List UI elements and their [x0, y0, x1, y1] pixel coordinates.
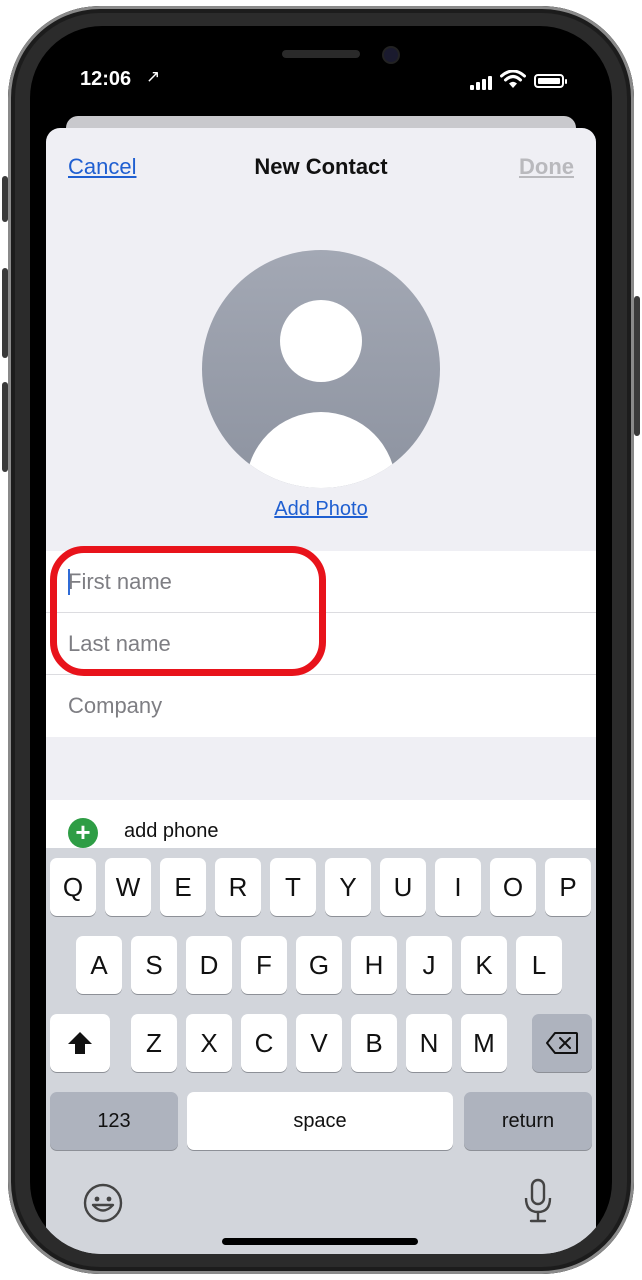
return-key[interactable]: return — [464, 1092, 592, 1150]
phone-frame: 12:06 ↗ Cancel New Contact Done Add Phot… — [2, 6, 640, 1274]
volume-up-button — [2, 268, 8, 358]
shift-key[interactable] — [50, 1014, 110, 1072]
key-m[interactable]: M — [461, 1014, 507, 1072]
keyboard: Q W E R T Y U I O P A S D F G H J K L Z … — [46, 848, 596, 1254]
space-key[interactable]: space — [187, 1092, 453, 1150]
key-c[interactable]: C — [241, 1014, 287, 1072]
battery-icon — [534, 74, 567, 88]
annotation-highlight-box — [50, 546, 326, 676]
add-phone-label: add phone — [124, 820, 219, 842]
microphone-icon[interactable] — [522, 1178, 554, 1224]
notch — [230, 26, 412, 66]
key-j[interactable]: J — [406, 936, 452, 994]
key-g[interactable]: G — [296, 936, 342, 994]
power-button — [634, 296, 640, 436]
shift-arrow-icon — [68, 1032, 92, 1054]
key-p[interactable]: P — [545, 858, 591, 916]
numbers-key[interactable]: 123 — [50, 1092, 178, 1150]
front-camera — [384, 48, 398, 62]
key-o[interactable]: O — [490, 858, 536, 916]
key-d[interactable]: D — [186, 936, 232, 994]
add-photo-link[interactable]: Add Photo — [46, 498, 596, 521]
key-q[interactable]: Q — [50, 858, 96, 916]
new-contact-sheet: Cancel New Contact Done Add Photo First … — [46, 128, 596, 1254]
wifi-icon — [500, 70, 526, 88]
key-b[interactable]: B — [351, 1014, 397, 1072]
avatar-body-shape — [246, 412, 396, 488]
mute-switch — [2, 176, 8, 222]
key-r[interactable]: R — [215, 858, 261, 916]
key-v[interactable]: V — [296, 1014, 342, 1072]
company-row — [46, 675, 596, 737]
key-n[interactable]: N — [406, 1014, 452, 1072]
key-w[interactable]: W — [105, 858, 151, 916]
home-indicator[interactable] — [222, 1238, 418, 1245]
page-title: New Contact — [254, 154, 388, 179]
screen: 12:06 ↗ Cancel New Contact Done Add Phot… — [30, 26, 612, 1254]
key-a[interactable]: A — [76, 936, 122, 994]
key-z[interactable]: Z — [131, 1014, 177, 1072]
cellular-signal-icon — [470, 74, 494, 90]
delete-key[interactable] — [532, 1014, 592, 1072]
volume-down-button — [2, 382, 8, 472]
company-field[interactable] — [68, 675, 568, 737]
navigation-bar: Cancel New Contact Done — [46, 128, 596, 208]
location-icon: ↗ — [146, 67, 161, 86]
key-k[interactable]: K — [461, 936, 507, 994]
speaker-grille — [282, 50, 360, 58]
done-button[interactable]: Done — [519, 154, 574, 180]
emoji-icon[interactable] — [82, 1182, 124, 1224]
key-l[interactable]: L — [516, 936, 562, 994]
key-t[interactable]: T — [270, 858, 316, 916]
key-e[interactable]: E — [160, 858, 206, 916]
backspace-icon — [546, 1032, 578, 1054]
key-i[interactable]: I — [435, 858, 481, 916]
key-u[interactable]: U — [380, 858, 426, 916]
add-circle-icon: + — [68, 818, 98, 848]
status-time: 12:06 — [80, 68, 132, 90]
contact-avatar[interactable] — [202, 250, 440, 488]
key-f[interactable]: F — [241, 936, 287, 994]
status-bar: 12:06 ↗ — [30, 26, 612, 116]
avatar-head-shape — [280, 300, 362, 382]
key-s[interactable]: S — [131, 936, 177, 994]
key-y[interactable]: Y — [325, 858, 371, 916]
key-h[interactable]: H — [351, 936, 397, 994]
key-x[interactable]: X — [186, 1014, 232, 1072]
